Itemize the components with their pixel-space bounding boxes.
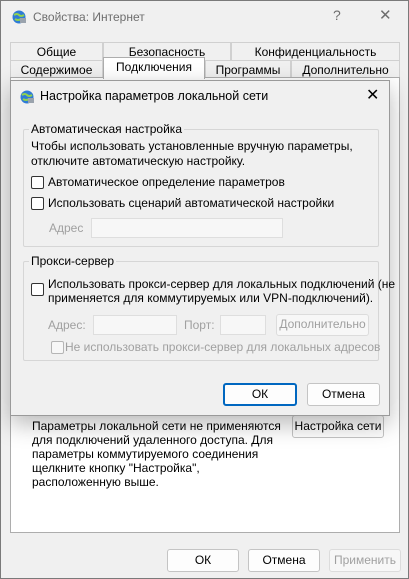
apply-button: Применить	[329, 549, 401, 572]
cancel-button[interactable]: Отмена	[248, 549, 320, 572]
window-title: Свойства: Интернет	[33, 10, 145, 24]
proxy-advanced-button: Дополнительно	[276, 314, 369, 336]
script-address-field	[91, 218, 283, 238]
dialog-cancel-button[interactable]: Отмена	[307, 383, 380, 406]
bypass-local-label: Не использовать прокси-сервер для локаль…	[65, 340, 381, 354]
use-script-checkbox[interactable]	[31, 197, 44, 210]
use-proxy-label-line1: Использовать прокси-сервер для локальных…	[48, 277, 396, 291]
tab-connections[interactable]: Подключения	[103, 57, 205, 79]
proxy-port-label: Порт:	[184, 318, 215, 332]
script-address-label: Адрес	[49, 221, 84, 235]
window-close-button[interactable]: ✕	[379, 6, 392, 24]
internet-options-icon	[11, 9, 27, 25]
dialog-close-button[interactable]: ✕	[366, 85, 379, 105]
auto-config-description: Чтобы использовать установленные вручную…	[31, 139, 353, 168]
lan-settings-description: Параметры локальной сети не применяются …	[32, 419, 281, 489]
use-script-label: Использовать сценарий автоматической нас…	[48, 196, 335, 210]
auto-detect-label: Автоматическое определение параметров	[48, 175, 285, 189]
lan-settings-dialog: Настройка параметров локальной сети ✕ Ав…	[10, 80, 395, 416]
ok-button[interactable]: ОК	[167, 549, 239, 572]
use-proxy-label-line2: применяется для коммутируемых или VPN-по…	[48, 291, 374, 305]
help-button[interactable]: ?	[333, 7, 341, 23]
dialog-title: Настройка параметров локальной сети	[40, 89, 269, 103]
tab-privacy[interactable]: Конфиденциальность	[231, 42, 400, 62]
bypass-local-checkbox	[51, 341, 64, 354]
dialog-ok-button[interactable]: ОК	[223, 383, 297, 406]
tab-general[interactable]: Общие	[10, 42, 103, 62]
auto-detect-checkbox[interactable]	[31, 176, 44, 189]
proxy-address-label: Адрес:	[48, 318, 86, 332]
lan-settings-icon	[19, 89, 35, 105]
proxy-port-field	[220, 315, 266, 335]
proxy-address-field	[93, 315, 177, 335]
auto-config-legend: Автоматическая настройка	[29, 122, 184, 136]
lan-settings-button[interactable]: Настройка сети	[292, 415, 384, 438]
use-proxy-checkbox[interactable]	[31, 283, 44, 296]
title-bar: Свойства: Интернет ? ✕	[1, 1, 408, 33]
proxy-legend: Прокси-сервер	[29, 254, 116, 268]
